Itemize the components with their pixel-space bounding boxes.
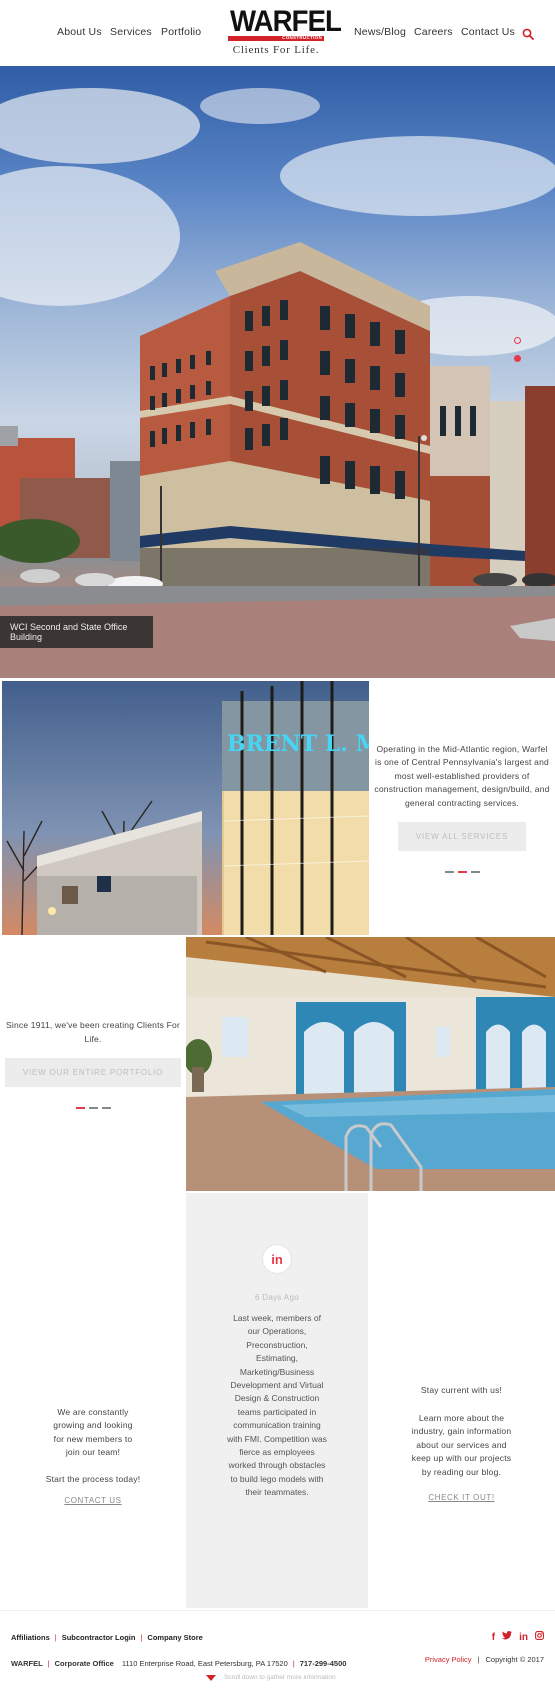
services-description: Operating in the Mid-Atlantic region, Wa… [374,743,550,808]
blog-intro: Stay current with us! [420,1385,503,1395]
brent-sign-text: BRENT L. MI [227,731,369,757]
nav-about-us[interactable]: About Us [57,26,102,38]
footer-links: Affiliations | Subcontractor Login | Com… [11,1633,203,1642]
pool-interior-image [186,937,555,1191]
footer-separator: | [47,1659,50,1668]
footer-social-icons: f in [485,1631,544,1643]
pager-dot-1[interactable] [75,1107,85,1109]
site-header: About Us Services Portfolio WARFEL CONST… [0,0,555,66]
footer-separator: | [477,1655,480,1664]
nav-careers[interactable]: Careers [414,26,453,38]
pager-dot-3[interactable] [470,871,480,874]
portfolio-image [186,937,555,1191]
warfel-logo[interactable]: WARFEL CONSTRUCTION Clients For Life. [226,5,342,56]
logo-red-bar: CONSTRUCTION [228,35,324,41]
contact-us-link[interactable]: CONTACT US [64,1496,121,1505]
nav-portfolio[interactable]: Portfolio [161,26,201,38]
company-store-link[interactable]: Company Store [147,1633,202,1642]
twitter-icon[interactable] [502,1631,513,1643]
privacy-policy-link[interactable]: Privacy Policy [425,1655,472,1664]
portfolio-panel: Since 1911, we've been creating Clients … [0,937,186,1191]
view-all-services-button[interactable]: VIEW ALL SERVICES [397,822,527,852]
footer-legal: Privacy Policy | Copyright © 2017 [425,1655,544,1664]
search-icon[interactable] [522,28,534,40]
footer-separator: | [140,1633,143,1642]
site-footer: Affiliations | Subcontractor Login | Com… [0,1610,555,1688]
services-image: BRENT L. MI [2,681,369,935]
blog-panel: Stay current with us! Learn more about t… [368,1193,555,1608]
pager-dot-3[interactable] [101,1107,111,1109]
footer-separator: | [54,1633,57,1642]
facebook-icon[interactable]: f [492,1632,495,1643]
post-time: 6 Days Ago [255,1293,299,1302]
social-post-text: Last week, members of our Operations, Pr… [227,1313,327,1498]
pager-dot-1[interactable] [444,871,454,874]
affiliations-link[interactable]: Affiliations [11,1633,50,1642]
careers-description: We are constantly growing and looking fo… [53,1406,133,1458]
hero-slider: WCI Second and State Office Building [0,66,555,678]
portfolio-pager [75,1107,111,1109]
nav-news-blog[interactable]: News/Blog [354,26,406,38]
check-it-out-link[interactable]: CHECK IT OUT! [428,1493,494,1502]
hero-slide-dot-2[interactable] [514,355,521,362]
portfolio-description: Since 1911, we've been creating Clients … [5,1020,181,1044]
scroll-hint-text: Scroll down to gather more information [224,1674,336,1681]
footer-company: WARFEL [11,1659,43,1668]
services-panel: Operating in the Mid-Atlantic region, Wa… [369,681,555,935]
logo-bar-text: CONSTRUCTION [282,35,322,40]
hero-building-image [0,88,555,678]
scroll-hint[interactable]: Scroll down to gather more information [206,1674,336,1681]
logo-wordmark: WARFEL [230,5,342,38]
subcontractor-login-link[interactable]: Subcontractor Login [62,1633,136,1642]
services-pager [444,871,480,874]
view-portfolio-button[interactable]: VIEW OUR ENTIRE PORTFOLIO [4,1058,182,1087]
logo-tagline: Clients For Life. [232,44,320,56]
pager-dot-2[interactable] [88,1107,98,1109]
nav-contact-us[interactable]: Contact Us [461,26,515,38]
linkedin-icon[interactable]: in [263,1245,291,1273]
instagram-icon[interactable] [535,1631,544,1643]
linkedin-label: in [271,1251,283,1267]
footer-office-label: Corporate Office [54,1659,114,1668]
pager-dot-2[interactable] [457,871,467,874]
footer-address-text: 1110 Enterprise Road, East Petersburg, P… [121,1659,288,1668]
brent-building-image: BRENT L. MI [2,681,369,935]
careers-cta: Start the process today! [45,1473,141,1484]
footer-separator: | [292,1659,295,1668]
hero-caption: WCI Second and State Office Building [0,616,153,648]
nav-services[interactable]: Services [110,26,152,38]
linkedin-icon[interactable]: in [519,1632,528,1643]
careers-panel: We are constantly growing and looking fo… [0,1193,186,1608]
chevron-down-icon [206,1674,216,1681]
footer-phone[interactable]: 717-299-4500 [300,1659,347,1668]
hero-slide-dot-1[interactable] [514,337,521,344]
footer-address: WARFEL | Corporate Office 1110 Enterpris… [11,1659,346,1668]
social-feed-panel: in 6 Days Ago Last week, members of our … [186,1193,368,1608]
blog-description: Learn more about the industry, gain info… [411,1412,512,1477]
footer-copyright: Copyright © 2017 [485,1655,544,1664]
